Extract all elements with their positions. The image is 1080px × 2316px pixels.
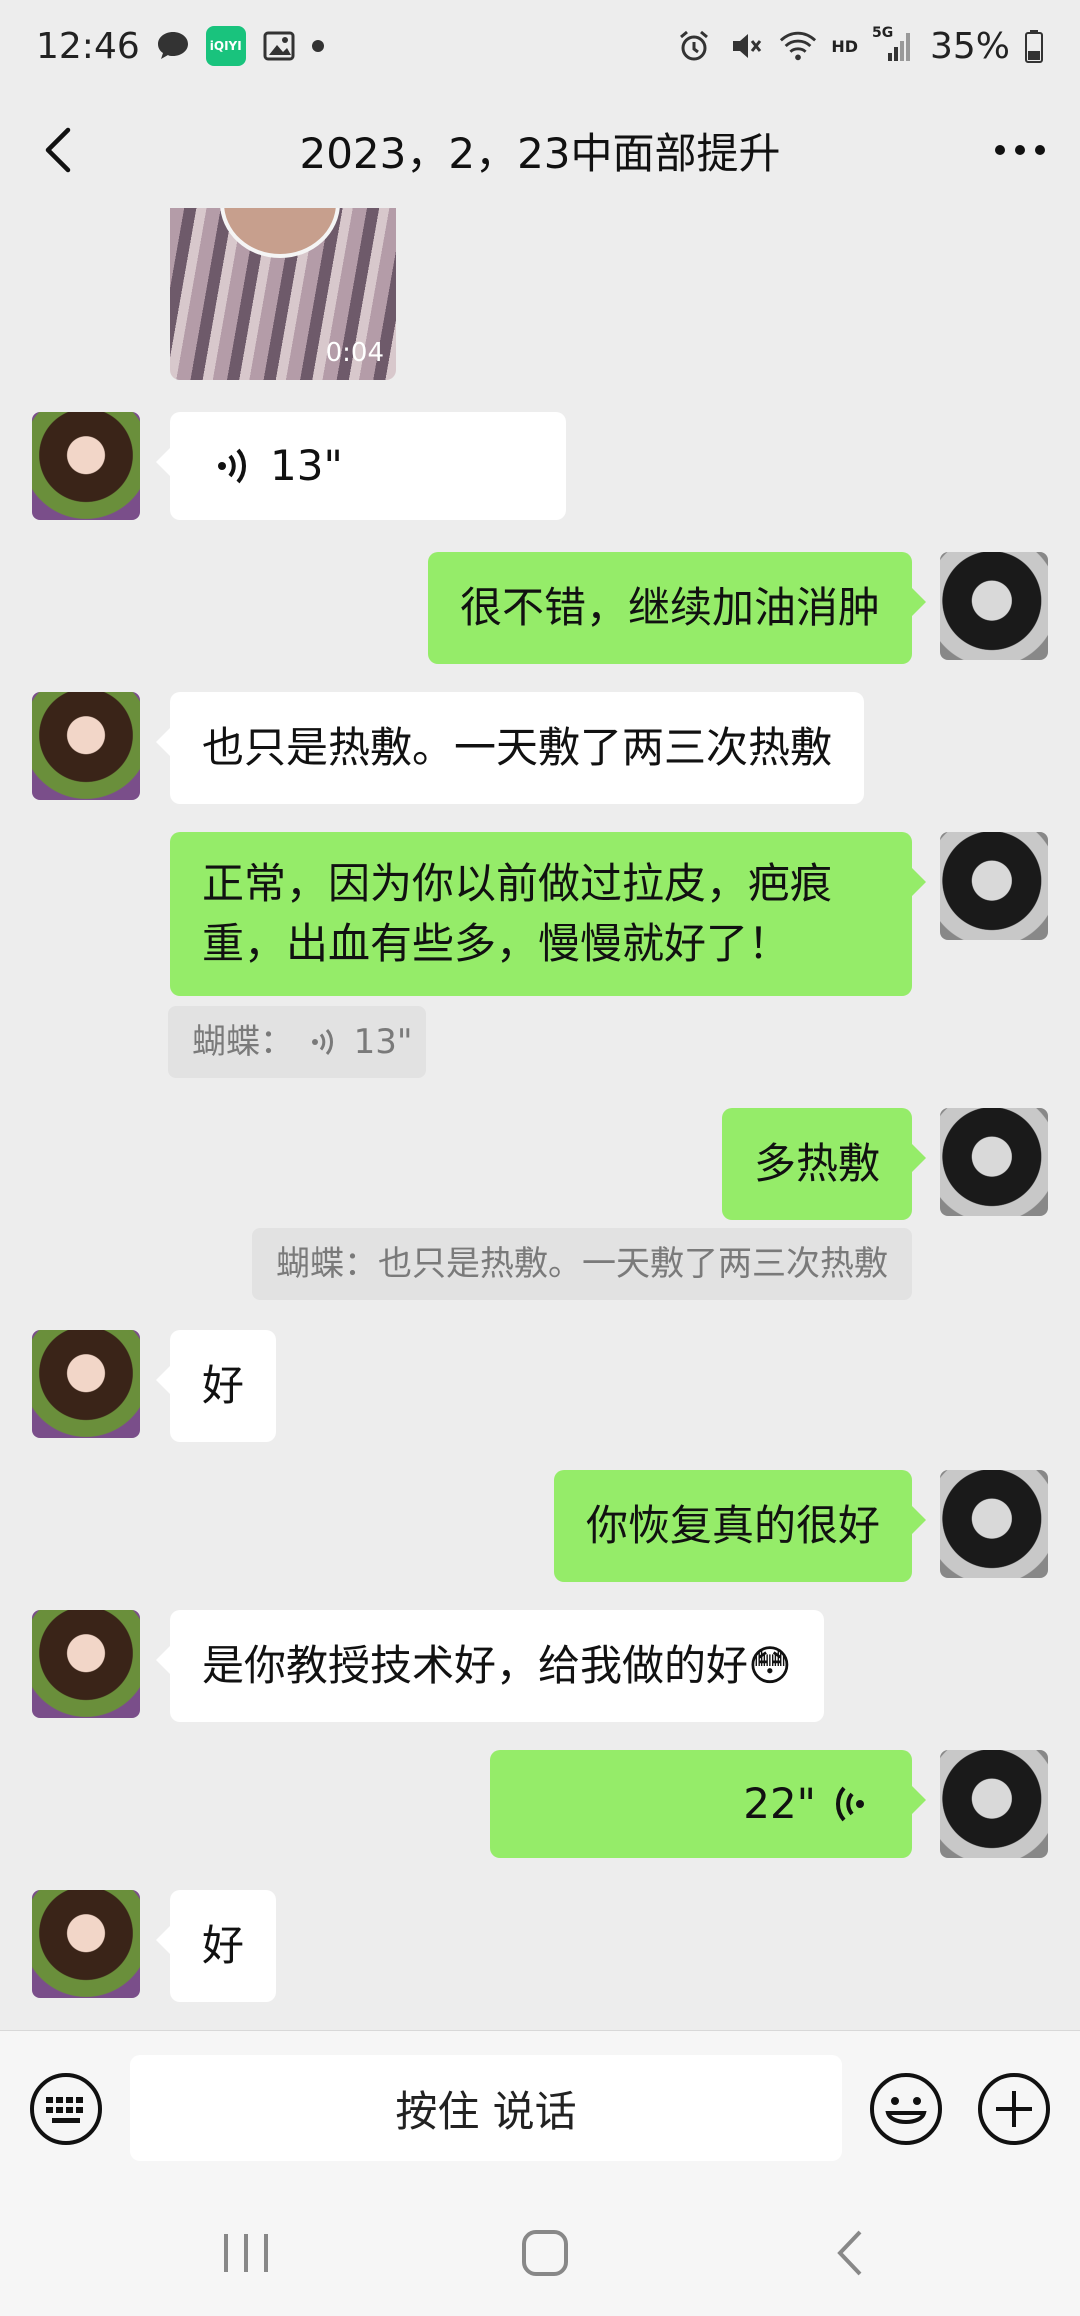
back-icon <box>837 2230 862 2276</box>
avatar-butterfly[interactable] <box>32 692 140 800</box>
more-actions-button[interactable] <box>976 2071 1052 2147</box>
avatar-butterfly[interactable] <box>32 1610 140 1718</box>
avatar-self[interactable] <box>940 1750 1048 1858</box>
voice-duration: 13" <box>270 441 343 490</box>
wifi-icon <box>779 27 817 65</box>
avatar-butterfly[interactable] <box>32 1890 140 1998</box>
network-label: HD <box>831 36 858 56</box>
emoji-icon <box>870 2073 942 2145</box>
quote-sender: 蝴蝶： <box>192 1022 294 1062</box>
avatar-self[interactable] <box>940 1470 1048 1578</box>
dot-icon <box>311 40 324 52</box>
voice-message-sent[interactable]: 22" <box>490 1750 926 1858</box>
chat-header: 2023，2，23中面部提升 <box>0 92 1080 208</box>
input-bar: 按住 说话 <box>0 2030 1080 2186</box>
signal-icon: 5G <box>871 25 916 65</box>
message-received[interactable]: 也只是热敷。一天敷了两三次热敷 <box>155 692 865 804</box>
avatar-self[interactable] <box>940 1108 1048 1216</box>
message-received[interactable]: 好 <box>155 1890 277 2002</box>
video-duration: 0:04 <box>325 338 384 368</box>
message-text: 也只是热敷。一天敷了两三次热敷 <box>202 723 833 772</box>
avatar-butterfly[interactable] <box>32 1330 140 1438</box>
status-bar: 12:46 iQIYI HD 5G 35% <box>0 0 1080 92</box>
more-button[interactable] <box>988 122 1052 178</box>
keyboard-button[interactable] <box>28 2071 104 2147</box>
system-nav-bar <box>0 2186 1080 2316</box>
signal-label: 5G <box>871 25 894 41</box>
alarm-icon <box>675 27 713 65</box>
avatar-self[interactable] <box>940 832 1048 940</box>
voice-message-received[interactable]: 13" <box>156 412 566 520</box>
video-message[interactable]: 0:04 <box>170 208 396 380</box>
message-text: 你恢复真的很好 <box>585 1501 880 1550</box>
quote-duration: 13" <box>353 1022 413 1062</box>
video-face-image <box>220 208 340 258</box>
system-back-button[interactable] <box>826 2226 874 2280</box>
message-text: 是你教授技术好，给我做的好 <box>202 1641 749 1690</box>
iqiyi-icon: iQIYI <box>205 26 246 66</box>
message-text: 好 <box>202 1921 245 1970</box>
recents-button[interactable] <box>218 2230 274 2276</box>
emoji-button[interactable] <box>868 2071 944 2147</box>
message-sent[interactable]: 你恢复真的很好 <box>553 1470 927 1582</box>
message-text-line2: 重，出血有些多，慢慢就好了！ <box>202 919 791 968</box>
chat-bubble-icon <box>154 27 192 65</box>
message-text: 多热敷 <box>753 1139 880 1188</box>
message-text-line1: 正常，因为你以前做过拉皮，疤痕 <box>202 859 833 908</box>
battery-icon <box>1024 27 1044 65</box>
voice-wave-icon <box>836 1786 864 1822</box>
recents-icon <box>224 2234 268 2272</box>
message-sent[interactable]: 正常，因为你以前做过拉皮，疤痕 重，出血有些多，慢慢就好了！ <box>170 832 926 996</box>
home-button[interactable] <box>518 2226 572 2280</box>
home-icon <box>522 2230 568 2276</box>
message-text: 很不错，继续加油消肿 <box>459 583 880 632</box>
avatar-butterfly[interactable] <box>32 412 140 520</box>
battery-percent: 35% <box>929 25 1010 67</box>
message-sent[interactable]: 多热敷 <box>721 1108 927 1220</box>
keyboard-icon <box>30 2073 102 2145</box>
quoted-voice[interactable]: 蝴蝶： 13" <box>168 1006 426 1078</box>
back-button[interactable] <box>30 122 86 178</box>
chat-title: 2023，2，23中面部提升 <box>299 128 781 178</box>
gallery-icon <box>260 27 298 65</box>
quoted-message[interactable]: 蝴蝶：也只是热敷。一天敷了两三次热敷 <box>252 1228 912 1300</box>
mute-icon <box>727 27 765 65</box>
message-received[interactable]: 好 <box>155 1330 277 1442</box>
message-received[interactable]: 是你教授技术好，给我做的好😳 <box>156 1610 824 1722</box>
chat-area[interactable]: 0:04 13" 很不错，继续加油消肿 也只是热敷。一天敷了两三次热敷 正常，因… <box>0 208 1080 2030</box>
more-dots-icon <box>995 145 1045 155</box>
status-time: 12:46 <box>36 25 140 67</box>
chevron-left-icon <box>45 127 71 173</box>
hold-to-talk-button[interactable]: 按住 说话 <box>130 2055 842 2161</box>
flushed-emoji-icon: 😳 <box>748 1641 792 1690</box>
voice-wave-icon <box>218 448 246 484</box>
message-sent[interactable]: 很不错，继续加油消肿 <box>427 552 927 664</box>
voice-duration: 22" <box>743 1779 816 1828</box>
plus-icon <box>978 2073 1050 2145</box>
quote-text: 蝴蝶：也只是热敷。一天敷了两三次热敷 <box>276 1244 888 1284</box>
avatar-self[interactable] <box>940 552 1048 660</box>
message-text: 好 <box>202 1361 245 1410</box>
voice-wave-icon <box>311 1029 333 1055</box>
